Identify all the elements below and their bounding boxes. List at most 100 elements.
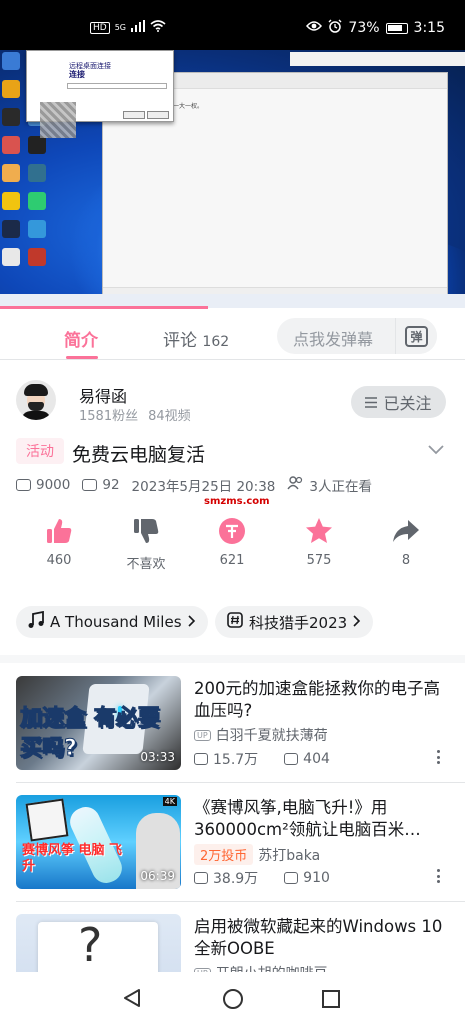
tab-intro[interactable]: 简介 — [64, 326, 98, 359]
eye-icon — [306, 20, 323, 36]
danmaku-count: 92 — [102, 477, 120, 493]
chevron-right-icon — [353, 613, 361, 631]
network-label: HD — [90, 21, 110, 34]
like-button[interactable]: 460 — [29, 517, 89, 568]
related-video-item[interactable]: 加速盒 有必要买吗? 03:33 200元的加速盒能拯救你的电子高血压吗? UP… — [16, 676, 449, 770]
rdp-computer-field — [67, 83, 167, 89]
share-count: 8 — [401, 553, 411, 568]
danmaku-count: 910 — [303, 870, 330, 886]
battery-icon — [385, 22, 408, 34]
clock: 3:15 — [413, 20, 445, 36]
thumbs-up-icon — [29, 517, 89, 545]
battery-percent: 73% — [348, 20, 380, 36]
related-video-stats: 38.9万 910 — [194, 868, 330, 888]
video-duration: 06:39 — [140, 869, 175, 883]
share-button[interactable]: 8 — [376, 517, 436, 568]
divider — [16, 782, 465, 783]
related-video-item[interactable]: ? 启用被微软藏起来的Windows 10全新OOBE UP 开朗小胡的咖啡豆 — [16, 914, 449, 972]
signal-icon — [131, 20, 145, 35]
video-thumbnail[interactable]: ? — [16, 914, 181, 972]
tab-comments-label: 评论 — [163, 331, 197, 351]
owner-name: 开朗小胡的咖啡豆 — [216, 963, 328, 972]
watching-count: 3人正在看 — [309, 479, 372, 495]
comments-count: 162 — [202, 334, 230, 350]
blurred-region — [40, 102, 76, 138]
tab-comments[interactable]: 评论 162 — [163, 326, 229, 351]
topic-tag[interactable]: 科技猎手2023 — [215, 606, 374, 638]
owner-name: 白羽千夏就扶薄荷 — [215, 728, 328, 744]
thumbs-down-icon — [116, 517, 176, 545]
danmaku-count-icon — [82, 479, 98, 491]
play-count-icon — [194, 872, 208, 884]
related-video-title: 启用被微软藏起来的Windows 10全新OOBE — [194, 917, 443, 958]
danmaku-count-icon — [284, 753, 299, 765]
quality-badge: 4K — [162, 797, 177, 806]
chevron-down-icon[interactable] — [428, 440, 444, 455]
video-thumbnail[interactable]: 加速盒 有必要买吗? 03:33 — [16, 676, 181, 770]
music-note-icon — [28, 610, 44, 633]
music-tag-label: A Thousand Miles — [50, 613, 182, 631]
thumbnail-caption: 加速盒 有必要买吗? — [20, 706, 161, 762]
menu-icon — [365, 393, 378, 412]
divider — [16, 901, 465, 902]
video-player[interactable]: 一大一权。 远程桌面连接 连接 — [0, 50, 465, 308]
play-count-icon — [16, 479, 31, 491]
danmaku-count: 404 — [303, 751, 330, 767]
music-tag[interactable]: A Thousand Miles — [16, 606, 208, 638]
activity-badge[interactable]: 活动 — [16, 438, 64, 464]
view-count: 38.9万 — [213, 871, 259, 887]
topic-tag-label: 科技猎手2023 — [249, 613, 348, 632]
danmaku-count-icon — [284, 872, 299, 884]
owner-name: 苏打baka — [258, 847, 321, 864]
video-count: 84视频 — [148, 409, 191, 424]
follow-button[interactable]: 已关注 — [351, 386, 446, 418]
danmaku-icon: 弹 — [405, 325, 428, 347]
section-separator — [0, 655, 465, 663]
alarm-icon — [328, 19, 342, 37]
video-progress-bar[interactable] — [0, 306, 208, 309]
dislike-button[interactable]: 不喜欢 — [116, 517, 176, 572]
coin-button[interactable]: 621 — [202, 517, 262, 568]
video-duration: 03:33 — [140, 750, 175, 764]
topic-icon — [227, 612, 243, 632]
recents-icon[interactable] — [321, 989, 341, 1013]
publish-datetime: 2023年5月25日 20:38 — [131, 479, 276, 495]
video-tabs: 简介 评论 162 点我发弹幕 弹 — [0, 310, 465, 360]
rdp-connect-button — [123, 111, 145, 119]
more-options-icon[interactable] — [437, 869, 441, 883]
rdp-heading: 连接 — [69, 70, 85, 79]
danmaku-toggle-button[interactable]: 弹 — [395, 318, 437, 354]
uploader-stats: 1581粉丝 84视频 — [79, 405, 191, 424]
system-navigation-bar — [0, 972, 465, 1024]
status-bar: HD 5G 73% 3:15 — [0, 0, 465, 50]
related-video-owner: UP 白羽千夏就扶薄荷 — [194, 725, 328, 745]
coin-icon — [202, 517, 262, 545]
view-count: 15.7万 — [213, 752, 259, 768]
notepad-text: 一大一权。 — [173, 103, 204, 110]
related-video-item[interactable]: 赛博风筝 电脑 飞升 4K 06:39 《赛博风筝,电脑飞升!》用360000c… — [16, 795, 449, 889]
like-count: 460 — [46, 553, 72, 568]
view-count: 9000 — [36, 477, 71, 493]
dislike-label: 不喜欢 — [126, 557, 166, 572]
home-icon[interactable] — [222, 988, 244, 1014]
wifi-icon — [150, 20, 166, 35]
video-thumbnail[interactable]: 赛博风筝 电脑 飞升 4K 06:39 — [16, 795, 181, 889]
watermark: smzms.com — [204, 496, 270, 507]
rdp-help-button — [147, 111, 169, 119]
thumbnail-caption: 赛博风筝 电脑 飞升 — [22, 843, 123, 874]
related-video-stats: 15.7万 404 — [194, 749, 330, 769]
favorite-button[interactable]: 575 — [289, 517, 349, 568]
coin-count: 621 — [219, 553, 245, 568]
related-video-owner: UP 开朗小胡的咖啡豆 — [194, 963, 328, 972]
related-video-title: 《赛博风筝,电脑飞升!》用360000cm²领航让电脑百米… — [194, 798, 421, 839]
remote-toolbar — [290, 52, 465, 66]
related-video-title: 200元的加速盒能拯救你的电子高血压吗? — [194, 679, 440, 720]
back-icon[interactable] — [122, 988, 142, 1012]
follower-count: 1581粉丝 — [79, 409, 139, 424]
share-icon — [376, 517, 436, 545]
thumbnail-caption: ? — [78, 918, 103, 972]
favorite-count: 575 — [306, 553, 332, 568]
more-options-icon[interactable] — [437, 750, 441, 764]
avatar[interactable] — [16, 380, 56, 420]
uploader-name[interactable]: 易得函 — [79, 383, 127, 407]
